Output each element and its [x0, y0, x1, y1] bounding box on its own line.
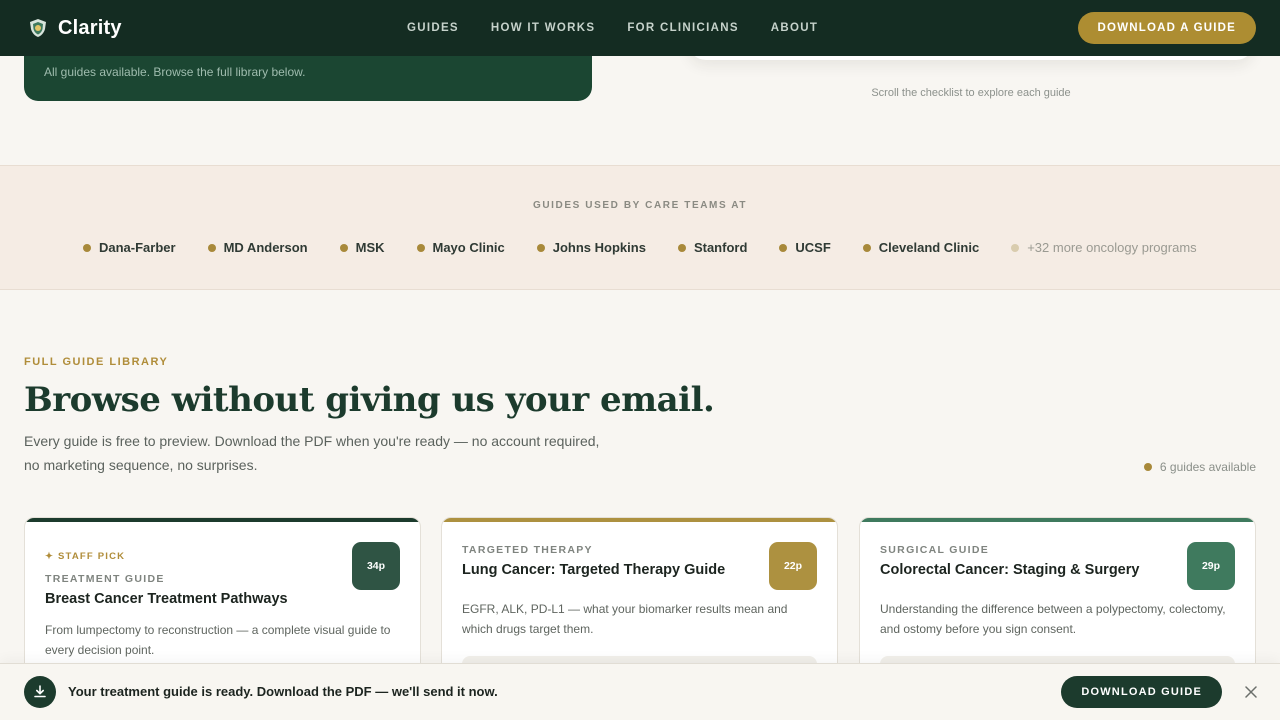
org-item: Stanford	[677, 240, 748, 255]
org-name: Cleveland Clinic	[878, 240, 980, 255]
subtext-line-2: no marketing sequence, no surprises.	[24, 456, 258, 473]
nav-link-how-it-works[interactable]: HOW IT WORKS	[491, 22, 595, 34]
dot-icon	[1011, 243, 1020, 252]
dot-icon	[416, 243, 425, 252]
card-description: Understanding the difference between a p…	[880, 602, 1226, 636]
org-item-more: +32 more oncology programs	[1011, 240, 1197, 255]
dot-icon	[1143, 463, 1152, 471]
card-title[interactable]: Colorectal Cancer: Staging & Surgery	[880, 562, 1139, 578]
org-item: Mayo Clinic	[416, 240, 505, 255]
card-category: SURGICAL GUIDE	[880, 544, 990, 556]
org-name: UCSF	[795, 240, 831, 255]
section-headline: Browse without giving us your email.	[24, 380, 715, 420]
card-accent-bar	[25, 518, 420, 522]
subtext-line-1: Every guide is free to preview. Download…	[24, 433, 600, 449]
scroll-hint: Scroll the checklist to explore each gui…	[871, 87, 1071, 99]
card-accent-bar	[442, 518, 837, 522]
page-count-badge: 34p	[352, 542, 400, 590]
section-eyebrow: FULL GUIDE LIBRARY	[24, 356, 169, 368]
strip-title: GUIDES USED BY CARE TEAMS AT	[532, 200, 748, 211]
card-title[interactable]: Breast Cancer Treatment Pathways	[45, 591, 288, 607]
org-name: MSK	[355, 240, 385, 255]
dot-icon	[677, 243, 686, 252]
dot-icon	[83, 243, 91, 252]
card-category: TARGETED THERAPY	[462, 544, 593, 556]
download-a-guide-button[interactable]: DOWNLOAD A GUIDE	[1077, 12, 1256, 44]
nav-link-guides[interactable]: GUIDES	[407, 22, 459, 34]
dot-icon	[207, 243, 216, 252]
brand-name: Clarity	[58, 16, 122, 39]
section-subtext: Every guide is free to preview. Download…	[24, 430, 624, 477]
nav-links: GUIDES HOW IT WORKS FOR CLINICIANS ABOUT	[407, 0, 818, 56]
org-item: MSK	[339, 240, 385, 255]
org-name: Mayo Clinic	[432, 240, 505, 255]
org-more-text: +32 more oncology programs	[1027, 240, 1197, 255]
card-description: From lumpectomy to reconstruction — a co…	[45, 623, 391, 657]
download-banner: Your treatment guide is ready. Download …	[0, 663, 1280, 720]
nav-link-about[interactable]: ABOUT	[771, 22, 818, 34]
clarity-logo-icon	[28, 18, 48, 38]
org-item: UCSF	[779, 240, 831, 255]
org-item: Dana-Farber	[83, 240, 176, 255]
org-name: Stanford	[693, 240, 748, 255]
dot-icon	[339, 243, 348, 252]
dot-icon	[536, 243, 545, 252]
guides-available: 6 guides available	[1143, 460, 1256, 474]
org-list: Dana-Farber MD Anderson MSK Mayo Clinic …	[83, 240, 1197, 255]
org-name: Dana-Farber	[99, 240, 176, 255]
close-icon[interactable]	[1242, 683, 1260, 701]
brand[interactable]: Clarity	[28, 0, 122, 56]
top-nav: Clarity GUIDES HOW IT WORKS FOR CLINICIA…	[0, 0, 1280, 56]
guides-available-text: 6 guides available	[1159, 460, 1256, 474]
org-name: Johns Hopkins	[552, 240, 646, 255]
card-description: EGFR, ALK, PD-L1 — what your biomarker r…	[462, 602, 788, 636]
banner-message: Your treatment guide is ready. Download …	[68, 684, 498, 699]
org-item: MD Anderson	[207, 240, 308, 255]
card-accent-bar	[860, 518, 1255, 522]
nav-link-for-clinicians[interactable]: FOR CLINICIANS	[627, 22, 738, 34]
card-title[interactable]: Lung Cancer: Targeted Therapy Guide	[462, 562, 725, 578]
page-count-badge: 22p	[769, 542, 817, 590]
org-item: Johns Hopkins	[536, 240, 646, 255]
hero-card-text: All guides available. Browse the full li…	[44, 65, 306, 79]
card-category: TREATMENT GUIDE	[45, 573, 165, 585]
trusted-by-strip: GUIDES USED BY CARE TEAMS AT Dana-Farber…	[0, 165, 1280, 290]
org-item: Cleveland Clinic	[862, 240, 980, 255]
staff-pick-label: ✦ STAFF PICK	[45, 551, 126, 562]
page-count-badge: 29p	[1187, 542, 1235, 590]
download-guide-button[interactable]: DOWNLOAD GUIDE	[1061, 676, 1222, 708]
dot-icon	[862, 243, 871, 252]
download-icon	[24, 676, 56, 708]
dot-icon	[779, 243, 788, 252]
org-name: MD Anderson	[223, 240, 308, 255]
